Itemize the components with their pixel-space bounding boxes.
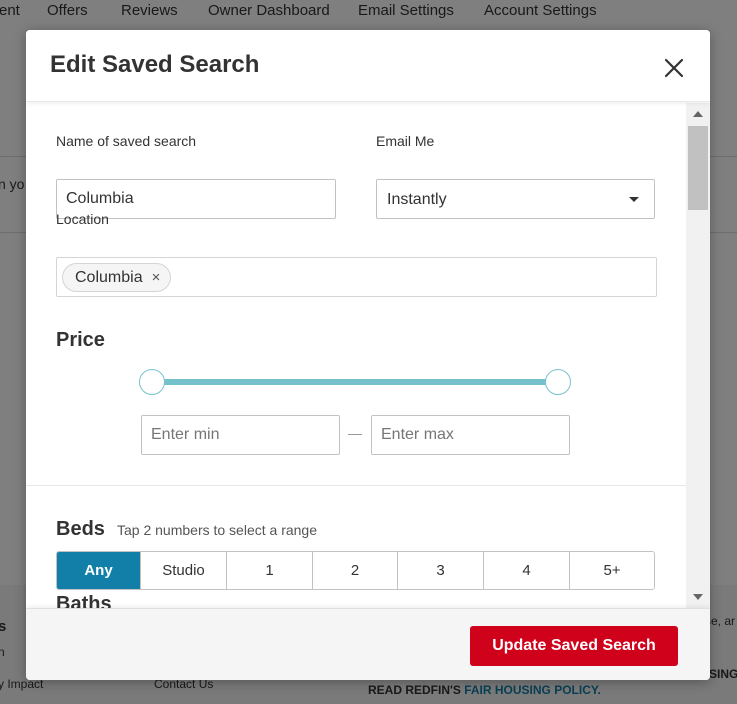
edit-saved-search-dialog: Edit Saved Search Name of saved search E…: [26, 30, 710, 680]
modal-footer: Update Saved Search: [26, 608, 710, 680]
location-label: Location: [56, 211, 109, 227]
location-input[interactable]: Columbia ×: [56, 257, 657, 297]
section-divider: [26, 485, 686, 486]
modal-body: Name of saved search Email Me Instantly …: [26, 103, 686, 608]
modal-title: Edit Saved Search: [50, 51, 260, 78]
price-slider-max-handle[interactable]: [545, 369, 571, 395]
name-label: Name of saved search: [56, 133, 197, 149]
caret-down-icon: [629, 197, 639, 202]
close-icon: [664, 58, 684, 78]
beds-option-any[interactable]: Any: [57, 552, 141, 589]
email-label: Email Me: [376, 133, 435, 149]
beds-option-2[interactable]: 2: [313, 552, 398, 589]
price-min-input[interactable]: [141, 415, 340, 455]
modal-header: Edit Saved Search: [26, 30, 710, 102]
location-chip: Columbia ×: [62, 263, 172, 292]
beds-section-title: Beds: [56, 518, 105, 540]
price-section-title: Price: [56, 329, 105, 351]
price-slider-min-handle[interactable]: [139, 369, 165, 395]
remove-chip-icon[interactable]: ×: [152, 270, 161, 285]
email-frequency-select[interactable]: Instantly: [376, 179, 655, 219]
email-frequency-value: Instantly: [387, 191, 447, 208]
beds-option-4[interactable]: 4: [484, 552, 570, 589]
beds-option-1[interactable]: 1: [227, 552, 313, 589]
scroll-up-arrow-icon[interactable]: [693, 111, 703, 117]
range-dash: [348, 434, 362, 435]
close-button[interactable]: [662, 56, 686, 80]
beds-option-studio[interactable]: Studio: [141, 552, 227, 589]
price-slider-track[interactable]: [152, 379, 558, 385]
baths-section-title: Baths: [56, 593, 112, 608]
beds-selector: Any Studio 1 2 3 4 5+: [56, 551, 655, 590]
location-chip-label: Columbia: [75, 268, 143, 286]
beds-option-3[interactable]: 3: [398, 552, 484, 589]
scroll-down-arrow-icon[interactable]: [693, 594, 703, 600]
beds-hint: Tap 2 numbers to select a range: [117, 522, 318, 538]
scrollbar-thumb[interactable]: [688, 126, 708, 210]
update-saved-search-button[interactable]: Update Saved Search: [470, 626, 678, 666]
price-max-input[interactable]: [371, 415, 570, 455]
modal-scrollbar[interactable]: [686, 103, 710, 608]
beds-option-5-plus[interactable]: 5+: [570, 552, 654, 589]
